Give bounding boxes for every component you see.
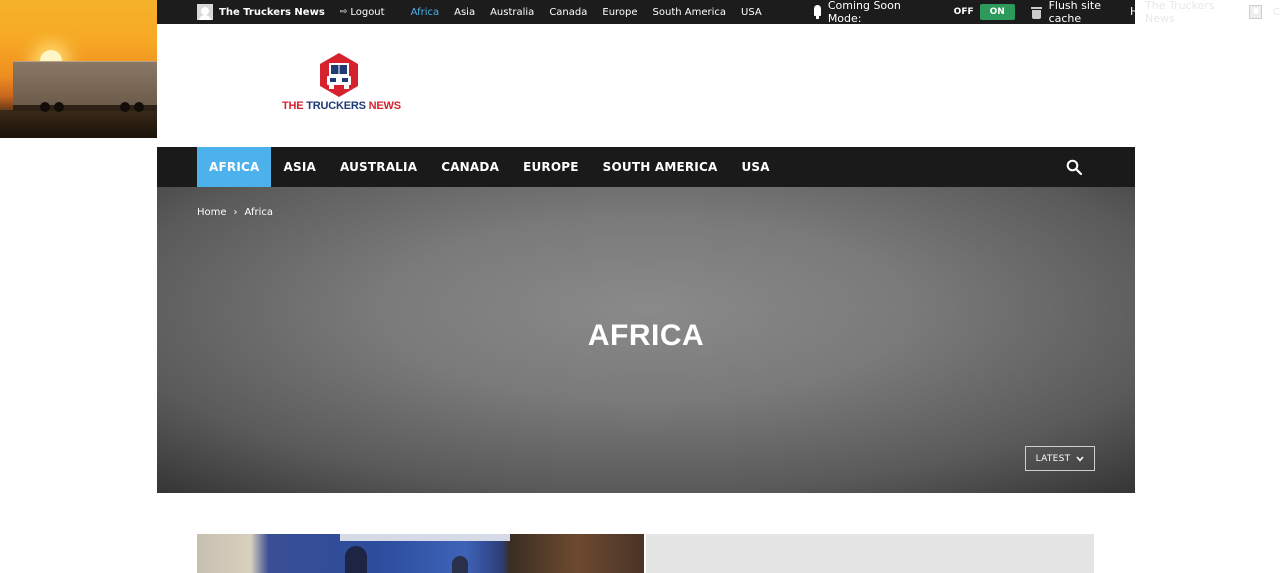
top-menu-item-south-america[interactable]: South America <box>653 7 727 18</box>
main-nav-items: AFRICA ASIA AUSTRALIA CANADA EUROPE SOUT… <box>197 147 782 187</box>
search-icon[interactable] <box>1066 159 1082 175</box>
top-menu: Africa Asia Australia Canada Europe Sout… <box>411 7 777 18</box>
logout-icon: ⇨ <box>339 7 348 17</box>
flush-cache-label: Flush site cache <box>1048 0 1101 25</box>
site-logo[interactable]: THE TRUCKERS NEWS <box>282 52 401 114</box>
admin-site-name[interactable]: The Truckers News <box>219 7 325 18</box>
top-menu-item-canada[interactable]: Canada <box>549 7 587 18</box>
breadcrumb: Home › Africa <box>197 207 273 218</box>
person-figure <box>452 556 468 573</box>
top-menu-item-africa[interactable]: Africa <box>411 7 440 18</box>
category-hero: Home › Africa AFRICA LATEST <box>157 187 1135 493</box>
user-avatar-icon[interactable] <box>197 4 213 20</box>
nav-item-south-america[interactable]: SOUTH AMERICA <box>591 147 730 187</box>
coming-soon-label: Coming Soon Mode: <box>827 0 901 25</box>
main-nav: AFRICA ASIA AUSTRALIA CANADA EUROPE SOUT… <box>157 147 1135 187</box>
overflow-avatar-icon[interactable] <box>1248 5 1263 19</box>
logout-link[interactable]: ⇨ Logout <box>340 7 385 18</box>
logo-word-truckers: TRUCKERS <box>306 100 366 112</box>
breadcrumb-home[interactable]: Home <box>197 207 227 218</box>
overflow-tail-text: C <box>1273 6 1280 18</box>
nav-item-australia[interactable]: AUSTRALIA <box>328 147 429 187</box>
article-image-placeholder[interactable] <box>646 534 1094 573</box>
admin-top-bar: The Truckers News ⇨ Logout Africa Asia A… <box>157 0 1135 25</box>
truck-hexagon-logo-icon <box>320 53 358 97</box>
ground <box>0 110 157 138</box>
nav-item-usa[interactable]: USA <box>729 147 781 187</box>
top-menu-item-europe[interactable]: Europe <box>602 7 637 18</box>
breadcrumb-separator: › <box>233 207 238 218</box>
wheel <box>54 102 64 112</box>
rocket-icon <box>813 5 822 19</box>
overflow-site-name[interactable]: The Truckers News <box>1145 0 1243 25</box>
nav-item-asia[interactable]: ASIA <box>271 147 327 187</box>
header-photo-truck-sunset <box>0 0 157 138</box>
person-figure <box>345 546 367 573</box>
coming-soon-toggle[interactable]: OFF ON <box>948 4 1015 20</box>
trash-icon <box>1030 6 1042 19</box>
logo-word-news: NEWS <box>365 100 401 112</box>
nav-item-canada[interactable]: CANADA <box>429 147 511 187</box>
toggle-on-option[interactable]: ON <box>979 4 1015 20</box>
breadcrumb-current: Africa <box>244 207 274 218</box>
nav-item-africa[interactable]: AFRICA <box>197 147 272 187</box>
page-title: AFRICA <box>587 319 705 352</box>
top-menu-item-usa[interactable]: USA <box>741 7 762 18</box>
sort-label: LATEST <box>1035 453 1071 464</box>
wheel <box>134 102 144 112</box>
top-menu-item-australia[interactable]: Australia <box>490 7 534 18</box>
wheel <box>120 102 130 112</box>
banner-strip <box>340 534 510 541</box>
logo-wordmark: THE TRUCKERS NEWS <box>282 100 401 112</box>
page: The Truckers News ⇨ Logout Africa Asia A… <box>0 0 1280 573</box>
logout-label: Logout <box>350 6 385 18</box>
admin-left-group: The Truckers News ⇨ Logout Africa Asia A… <box>197 0 777 24</box>
top-menu-item-asia[interactable]: Asia <box>454 7 475 18</box>
wheel <box>40 102 50 112</box>
admin-bar-overflow: The Truckers News C <box>1135 0 1280 25</box>
admin-right-group: Coming Soon Mode: OFF ON Flush site cach… <box>813 0 1135 25</box>
featured-article-image[interactable] <box>197 534 644 573</box>
chevron-down-icon <box>1076 456 1085 462</box>
nav-item-europe[interactable]: EUROPE <box>511 147 591 187</box>
truck-trailer <box>13 61 157 106</box>
sort-dropdown[interactable]: LATEST <box>1025 446 1095 471</box>
toggle-off-option[interactable]: OFF <box>948 7 980 17</box>
logo-word-the: THE <box>282 100 307 112</box>
flush-cache-button[interactable]: Flush site cache <box>1030 0 1135 25</box>
